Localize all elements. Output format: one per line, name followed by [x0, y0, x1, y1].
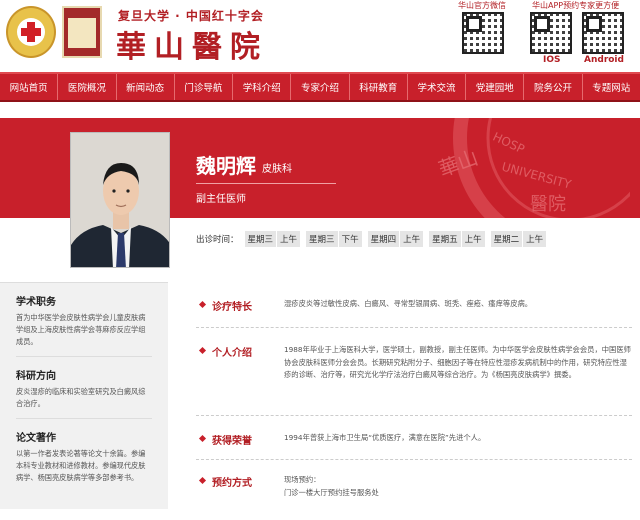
row-text: 1988年毕业于上海医科大学，医学硕士，副教授，副主任医师。为中华医学会皮肤性病…	[284, 345, 631, 379]
hospital-emblem-logo[interactable]	[62, 6, 102, 58]
nav-item-academic[interactable]: 学术交流	[408, 74, 467, 100]
slot-time: 上午	[460, 231, 485, 247]
android-label: Android	[584, 55, 624, 65]
main-nav: 网站首页 医院概况 新闻动态 门诊导航 学科介绍 专家介绍 科研教育 学术交流 …	[0, 72, 640, 102]
section-text: 皮炎湿疹的临床和实验室研究及白癜风综合治疗。	[16, 387, 146, 408]
nav-item-overview[interactable]: 医院概况	[58, 74, 117, 100]
research-direction-section: 科研方向 皮炎湿疹的临床和实验室研究及白癜风综合治疗。	[0, 357, 168, 419]
schedule-slot: 星期二 上午	[490, 231, 547, 247]
android-qr-icon	[582, 12, 624, 54]
honors-row: 获得荣誉 1994年曾获上海市卫生局“优质医疗，满意在医院”先进个人。	[196, 416, 632, 460]
section-title: 论文著作	[16, 433, 56, 444]
bio-row: 个人介绍 1988年毕业于上海医科大学，医学硕士，副教授，副主任医师。为中华医学…	[196, 328, 632, 416]
publications-section: 论文著作 以第一作者发表论著等论文十余篇。参编本科专业教材和进修教材。参编现代皮…	[0, 419, 168, 484]
ios-qr-icon	[530, 12, 572, 54]
wechat-qr-icon	[462, 12, 504, 54]
red-cross-icon	[17, 18, 45, 46]
university-seal-watermark: 華山 HOSP UNIVERSITY 醫院	[435, 118, 630, 218]
slot-time: 上午	[276, 231, 300, 247]
nav-item-research[interactable]: 科研教育	[350, 74, 408, 100]
doctor-department: 皮肤科	[262, 164, 292, 175]
row-label: 预约方式	[196, 474, 256, 520]
row-text: 现场预约： 门诊一楼大厅预约挂号服务处	[284, 475, 379, 497]
slot-day: 星期五	[432, 235, 458, 245]
slot-day: 星期三	[247, 235, 274, 245]
appointment-row: 预约方式 现场预约： 门诊一楼大厅预约挂号服务处	[196, 460, 632, 520]
svg-text:HOSP: HOSP	[491, 130, 527, 157]
slot-time: 上午	[522, 231, 546, 247]
schedule-slot: 星期三 下午	[306, 231, 362, 247]
doctor-sidebar: 学术职务 首为中华医学会皮肤性病学会儿童皮肤病学组及上海皮肤性病学会荨麻疹反应学…	[0, 282, 168, 509]
doctor-photo	[70, 132, 170, 268]
schedule-slot: 星期三 上午	[244, 231, 301, 247]
section-text: 首为中华医学会皮肤性病学会儿童皮肤病学组及上海皮肤性病学会荨麻疹反应学组成员。	[16, 313, 146, 346]
nav-item-affairs[interactable]: 院务公开	[524, 74, 583, 100]
red-cross-logo[interactable]	[6, 6, 56, 58]
academic-positions-section: 学术职务 首为中华医学会皮肤性病学会儿童皮肤病学组及上海皮肤性病学会荨麻疹反应学…	[0, 283, 168, 357]
section-title: 科研方向	[16, 371, 56, 382]
nav-item-topics[interactable]: 专题网站	[583, 74, 640, 100]
ios-label: IOS	[543, 55, 561, 65]
hospital-name[interactable]: 華山醫院	[116, 22, 268, 66]
doctor-details: 诊疗特长 湿疹皮炎等过敏性皮病、白癜风、寻常型银屑病、斑秃、痤疮、瘙痒等皮病。 …	[196, 284, 632, 520]
doctor-name: 魏明辉	[196, 154, 256, 178]
nav-item-home[interactable]: 网站首页	[0, 74, 59, 100]
row-label: 诊疗特长	[196, 298, 256, 327]
row-text: 湿疹皮炎等过敏性皮病、白癜风、寻常型银屑病、斑秃、痤疮、瘙痒等皮病。	[284, 299, 533, 308]
nav-item-outpatient[interactable]: 门诊导航	[175, 74, 234, 100]
nav-item-departments[interactable]: 学科介绍	[233, 74, 292, 100]
slot-day: 星期三	[309, 235, 335, 245]
nav-item-party[interactable]: 党建园地	[466, 74, 525, 100]
row-text: 1994年曾获上海市卫生局“优质医疗，满意在医院”先进个人。	[284, 433, 486, 442]
clinic-schedule: 出诊时间： 星期三 上午 星期三 下午 星期四 上午 星期五 上午 星期二 上午	[196, 231, 552, 247]
specialty-row: 诊疗特长 湿疹皮炎等过敏性皮病、白癜风、寻常型银屑病、斑秃、痤疮、瘙痒等皮病。	[196, 284, 632, 328]
section-title: 学术职务	[16, 297, 56, 308]
wechat-qr-label: 华山官方微信	[458, 1, 506, 10]
row-label: 获得荣誉	[196, 432, 256, 459]
section-text: 以第一作者发表论著等论文十余篇。参编本科专业教材和进修教材。参编现代皮肤病学、杨…	[16, 449, 146, 482]
app-qr-label: 华山APP预约专家更方便	[532, 1, 620, 10]
nav-item-news[interactable]: 新闻动态	[117, 74, 175, 100]
nav-item-experts[interactable]: 专家介绍	[291, 74, 350, 100]
svg-text:醫院: 醫院	[530, 194, 566, 215]
svg-text:UNIVERSITY: UNIVERSITY	[500, 160, 573, 192]
schedule-label: 出诊时间：	[196, 235, 239, 245]
svg-text:華山: 華山	[435, 145, 481, 181]
slot-day: 星期二	[493, 235, 520, 245]
schedule-slot: 星期五 上午	[429, 231, 485, 247]
row-label: 个人介绍	[196, 344, 256, 415]
slot-time: 上午	[399, 231, 423, 247]
site-header: 复旦大学 · 中国红十字会 華山醫院 华山官方微信 华山APP预约专家更方便 I…	[0, 0, 640, 70]
divider	[196, 183, 336, 184]
doctor-title: 副主任医师	[196, 194, 246, 205]
slot-day: 星期四	[370, 235, 397, 245]
slot-time: 下午	[337, 231, 362, 247]
schedule-slot: 星期四 上午	[367, 231, 424, 247]
